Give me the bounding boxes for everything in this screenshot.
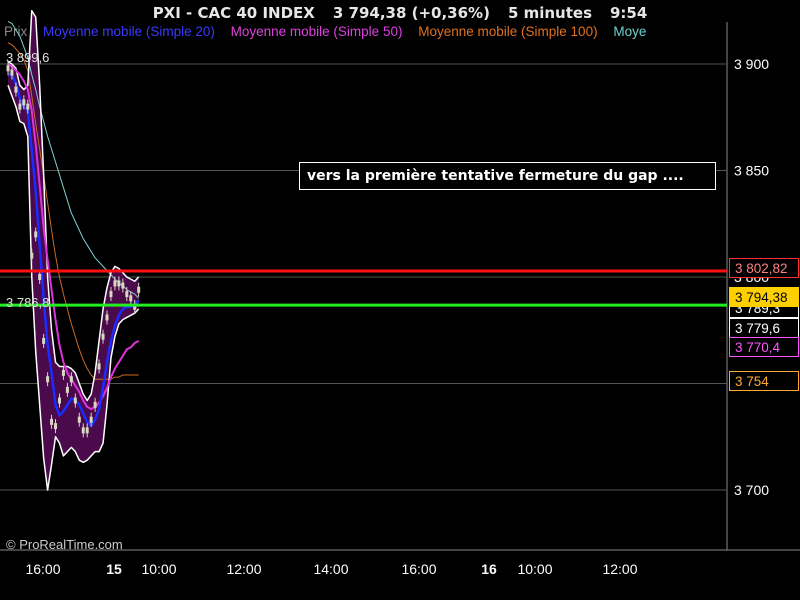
price-candle xyxy=(69,376,73,383)
price-candle xyxy=(137,286,141,293)
annotation-box: vers la première tentative fermeture du … xyxy=(299,162,716,190)
price-candle xyxy=(85,427,89,434)
price-candle xyxy=(61,369,65,376)
price-candle xyxy=(81,427,85,434)
price-chart[interactable]: 3 7003 7503 8003 8503 90016:001510:0012:… xyxy=(0,0,800,600)
price-candle xyxy=(73,397,77,404)
x-tick-label: 16 xyxy=(481,561,497,577)
axis-value-box: 3 802,82 xyxy=(729,258,799,278)
price-candle xyxy=(46,376,50,383)
price-candle xyxy=(6,65,10,72)
price-candle xyxy=(26,103,30,110)
price-candle xyxy=(113,280,117,287)
price-label: 3 899,6 xyxy=(6,50,49,65)
price-candle xyxy=(14,86,18,93)
axis-value-box: 3 754 xyxy=(729,371,799,391)
price-candle xyxy=(97,363,101,370)
y-tick-label: 3 900 xyxy=(734,56,769,72)
price-candle xyxy=(121,282,125,289)
x-tick-label: 10:00 xyxy=(517,561,552,577)
x-tick-label: 12:00 xyxy=(602,561,637,577)
price-candle xyxy=(125,291,129,298)
price-candle xyxy=(57,397,61,404)
price-candle xyxy=(105,314,109,321)
price-candle xyxy=(42,337,46,344)
price-candle xyxy=(129,295,133,302)
price-candle xyxy=(34,231,38,238)
price-candle xyxy=(22,99,26,106)
price-candle xyxy=(109,291,113,298)
x-tick-label: 10:00 xyxy=(141,561,176,577)
price-candle xyxy=(10,69,14,76)
price-label: 3 786,8 xyxy=(6,295,49,310)
price-candle xyxy=(18,103,22,110)
price-candle xyxy=(54,423,58,430)
price-candle xyxy=(30,252,34,259)
price-candle xyxy=(117,280,121,287)
price-candle xyxy=(93,401,97,408)
axis-value-box: 3 794,38 xyxy=(729,287,799,307)
x-tick-label: 12:00 xyxy=(226,561,261,577)
y-tick-label: 3 850 xyxy=(734,163,769,179)
axis-value-box: 3 779,6 xyxy=(729,318,799,338)
price-candle xyxy=(65,386,69,393)
x-tick-label: 16:00 xyxy=(401,561,436,577)
price-candle xyxy=(50,418,54,425)
credit-text: © ProRealTime.com xyxy=(6,537,123,552)
x-tick-label: 14:00 xyxy=(313,561,348,577)
x-tick-label: 15 xyxy=(106,561,122,577)
x-tick-label: 16:00 xyxy=(25,561,60,577)
price-candle xyxy=(77,416,81,423)
axis-value-box: 3 770,4 xyxy=(729,337,799,357)
price-candle xyxy=(89,416,93,423)
annotation-text: vers la première tentative fermeture du … xyxy=(307,168,684,184)
price-candle xyxy=(101,333,105,340)
price-candle xyxy=(38,274,42,280)
y-tick-label: 3 700 xyxy=(734,482,769,498)
